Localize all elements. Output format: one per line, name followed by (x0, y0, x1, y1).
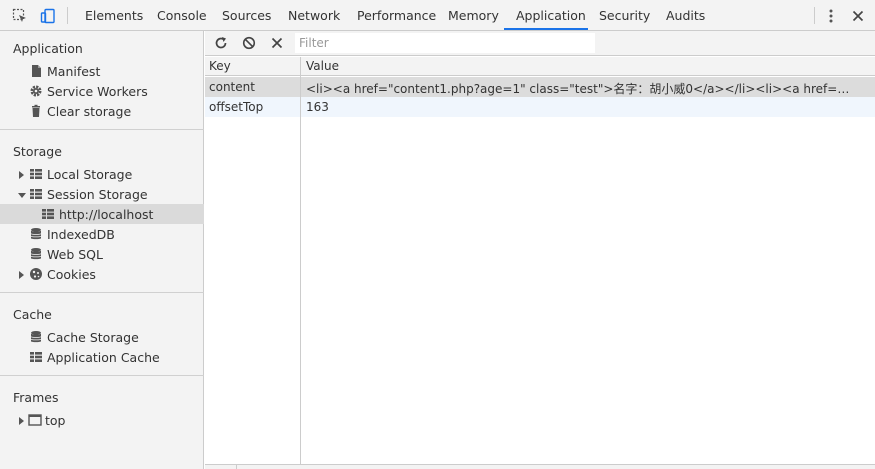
gear-icon (29, 84, 43, 98)
tab-performance[interactable]: Performance (357, 0, 436, 31)
trash-icon (29, 104, 43, 118)
table-row[interactable]: content <li><a href="content1.php?age=1"… (205, 77, 875, 97)
grid-icon (29, 350, 43, 364)
sidebar-item-indexeddb[interactable]: IndexedDB (0, 224, 204, 244)
sidebar-item-label: Local Storage (47, 167, 133, 182)
expand-triangle-icon[interactable] (18, 415, 26, 425)
sidebar-item-label: top (45, 413, 66, 428)
inspect-element-icon[interactable] (10, 6, 30, 26)
tab-network[interactable]: Network (288, 0, 340, 31)
table-footer (205, 464, 875, 469)
column-header-value[interactable]: Value (306, 59, 339, 73)
sidebar-item-label: Service Workers (47, 84, 148, 99)
active-tab-indicator (504, 28, 588, 30)
cookie-icon (29, 267, 43, 281)
sidebar-item-local-storage[interactable]: Local Storage (0, 164, 204, 184)
row-key[interactable]: content (209, 80, 297, 94)
devtools-tab-bar: Elements Console Sources Network Perform… (0, 0, 875, 31)
sidebar-item-cookies[interactable]: Cookies (0, 264, 204, 284)
database-icon (29, 227, 43, 241)
refresh-icon[interactable] (212, 34, 230, 52)
toolbar-divider (814, 7, 815, 24)
section-title-frames: Frames (13, 390, 59, 405)
footer-divider (236, 465, 237, 469)
sidebar-item-label: Cache Storage (47, 330, 139, 345)
grid-icon (41, 207, 55, 221)
sidebar-item-label: http://localhost (59, 207, 154, 222)
sidebar-item-label: Web SQL (47, 247, 103, 262)
toolbar-divider (67, 7, 68, 24)
row-value[interactable]: <li><a href="content1.php?age=1" class="… (306, 80, 854, 97)
tab-sources[interactable]: Sources (222, 0, 271, 31)
tab-audits[interactable]: Audits (666, 0, 705, 31)
section-divider (0, 129, 204, 130)
column-header-key[interactable]: Key (209, 59, 231, 73)
sidebar-item-clear-storage[interactable]: Clear storage (0, 101, 204, 121)
sidebar-item-cache-storage[interactable]: Cache Storage (0, 327, 204, 347)
tab-application[interactable]: Application (516, 0, 586, 31)
sidebar-item-label: Clear storage (47, 104, 132, 119)
frame-icon (28, 413, 42, 427)
tab-console[interactable]: Console (157, 0, 207, 31)
sidebar-item-session-storage[interactable]: Session Storage (0, 184, 204, 204)
grid-icon (29, 187, 43, 201)
filter-input[interactable] (295, 33, 595, 53)
tab-memory[interactable]: Memory (448, 0, 499, 31)
table-row[interactable]: offsetTop 163 (205, 97, 875, 117)
sidebar-item-service-workers[interactable]: Service Workers (0, 81, 204, 101)
section-title-cache: Cache (13, 307, 52, 322)
row-value[interactable]: 163 (306, 100, 854, 114)
session-storage-table: Key Value content <li><a href="content1.… (205, 57, 875, 465)
grid-icon (29, 167, 43, 181)
sidebar-item-application-cache[interactable]: Application Cache (0, 347, 204, 367)
expand-triangle-icon[interactable] (18, 269, 26, 279)
tab-security[interactable]: Security (599, 0, 650, 31)
collapse-triangle-icon[interactable] (17, 189, 26, 199)
sidebar-item-session-localhost[interactable]: http://localhost (0, 204, 204, 224)
device-toolbar-icon[interactable] (38, 6, 58, 26)
section-title-application: Application (13, 41, 83, 56)
sidebar-item-label: Application Cache (47, 350, 160, 365)
section-divider (0, 292, 204, 293)
document-icon (29, 64, 43, 78)
close-icon[interactable] (848, 6, 868, 26)
clear-all-icon[interactable] (240, 34, 258, 52)
storage-toolbar (205, 31, 875, 56)
sidebar-item-label: IndexedDB (47, 227, 115, 242)
table-header: Key Value (205, 57, 875, 76)
column-divider[interactable] (300, 57, 301, 465)
more-options-icon[interactable] (821, 6, 841, 26)
application-sidebar: Application Manifest Service Workers Cle… (0, 31, 204, 469)
sidebar-item-frame-top[interactable]: top (0, 410, 204, 430)
delete-selected-icon[interactable] (268, 34, 286, 52)
row-key[interactable]: offsetTop (209, 100, 297, 114)
tab-elements[interactable]: Elements (85, 0, 143, 31)
sidebar-item-label: Cookies (47, 267, 96, 282)
section-title-storage: Storage (13, 144, 62, 159)
sidebar-item-web-sql[interactable]: Web SQL (0, 244, 204, 264)
sidebar-item-label: Manifest (47, 64, 101, 79)
database-icon (29, 247, 43, 261)
section-divider (0, 375, 204, 376)
database-icon (29, 330, 43, 344)
expand-triangle-icon[interactable] (18, 169, 26, 179)
sidebar-item-manifest[interactable]: Manifest (0, 61, 204, 81)
sidebar-item-label: Session Storage (47, 187, 148, 202)
